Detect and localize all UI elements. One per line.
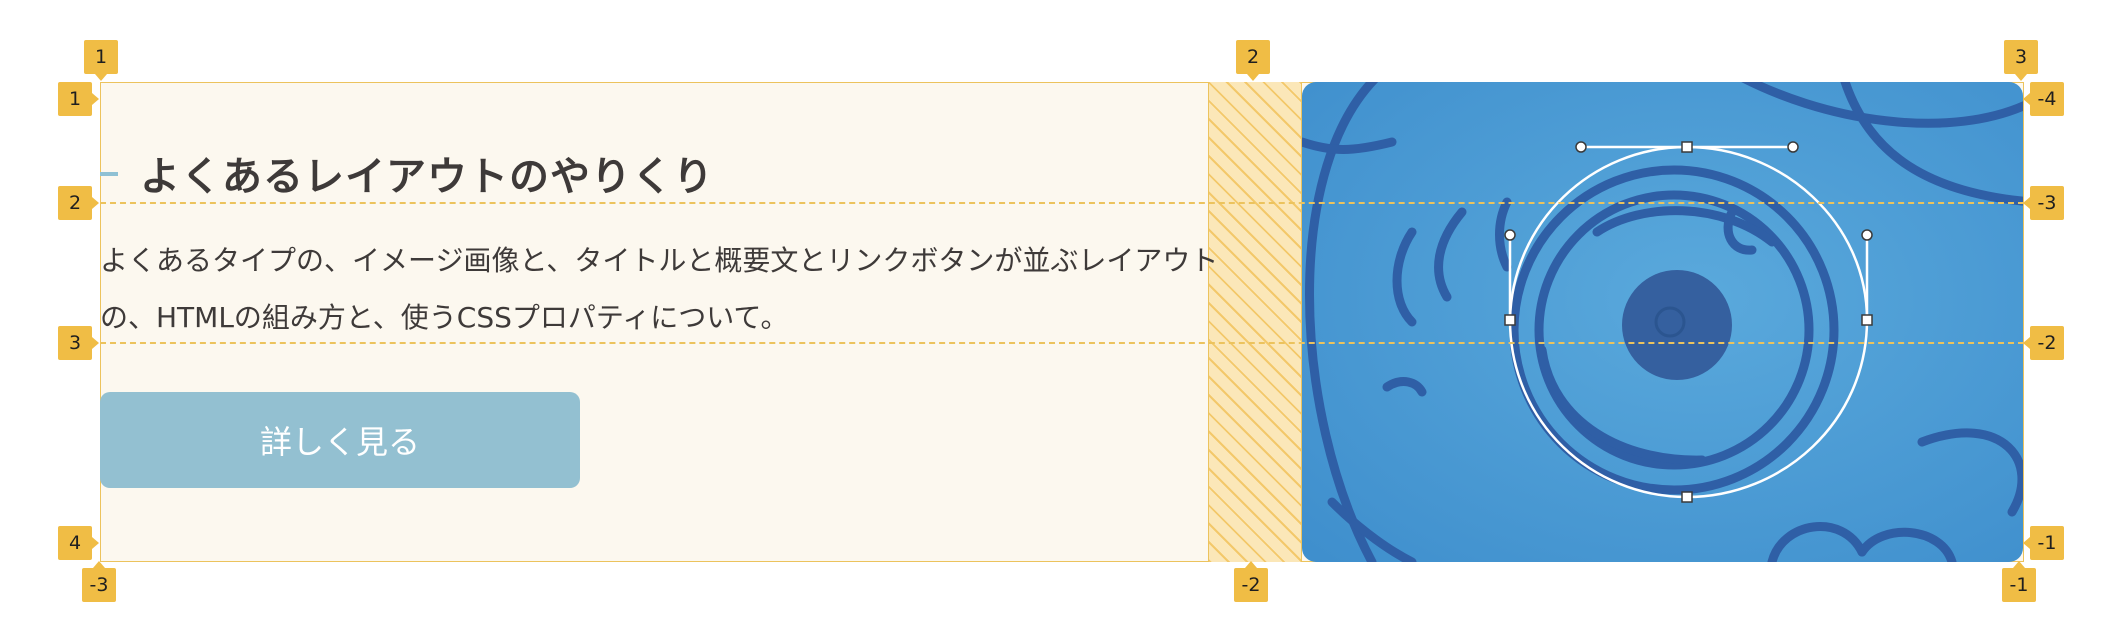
details-button[interactable]: 詳しく見る — [100, 392, 580, 488]
grid-row-label-negative: -1 — [2023, 526, 2064, 560]
grid-column-label: 1 — [84, 40, 118, 81]
heading-accent-bar — [100, 172, 118, 176]
description-line-2: の、HTMLの組み方と、使うCSSプロパティについて。 — [100, 301, 789, 334]
hero-image — [1302, 82, 2023, 562]
grid-column-label: 2 — [1236, 40, 1270, 81]
grid-row-label: 1 — [58, 82, 99, 116]
grid-row-label: 4 — [58, 526, 99, 560]
grid-row-label: 3 — [58, 326, 99, 360]
page-title: よくあるレイアウトのやりくり — [140, 154, 714, 200]
grid-column-label: 3 — [2004, 40, 2038, 81]
column-gap-hatch — [1208, 82, 1302, 562]
grid-row-label-negative: -2 — [2023, 326, 2064, 360]
description-line-1: よくあるタイプの、イメージ画像と、タイトルと概要文とリンクボタンが並ぶレイアウト — [100, 244, 1219, 277]
description: よくあるタイプの、イメージ画像と、タイトルと概要文とリンクボタンが並ぶレイアウト… — [100, 232, 1219, 346]
grid-row-label-negative: -4 — [2023, 82, 2064, 116]
grid-column-label-negative: -1 — [2002, 561, 2036, 602]
grid-column-label-negative: -3 — [82, 561, 116, 602]
grid-row-line-2 — [100, 202, 2024, 204]
grid-column-label-negative: -2 — [1234, 561, 1268, 602]
grid-row-label-negative: -3 — [2023, 186, 2064, 220]
grid-row-label: 2 — [58, 186, 99, 220]
